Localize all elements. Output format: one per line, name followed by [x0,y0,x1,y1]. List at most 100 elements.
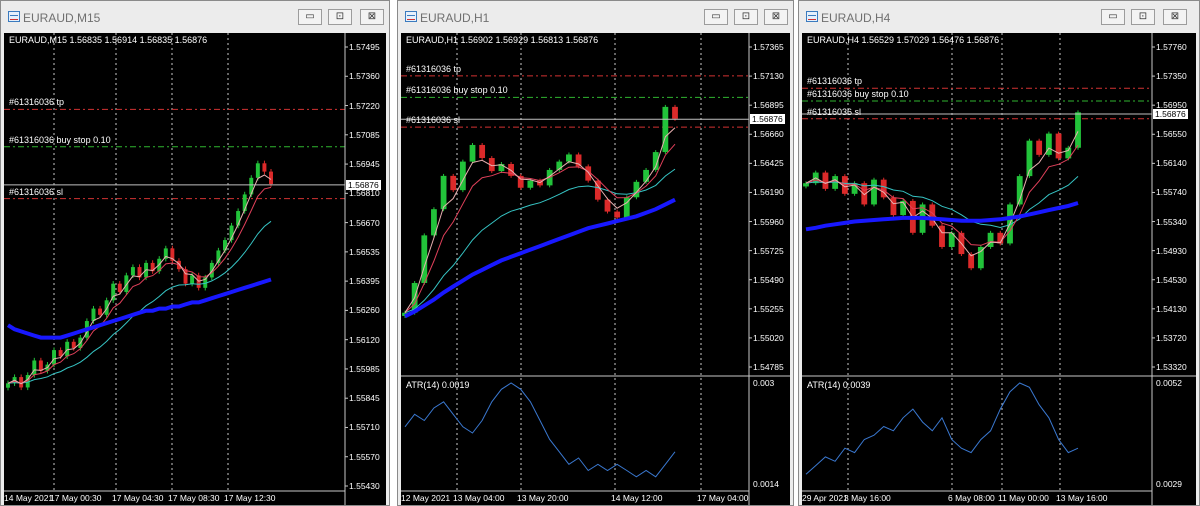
chart-app-icon [8,11,20,22]
candle-up [91,308,96,322]
order-label-buy-stop[interactable]: #61316036 buy stop 0.10 [9,135,111,145]
candle-up [469,144,476,162]
time-axis-label: 13 May 20:00 [517,493,569,503]
price-axis-label: 1.55985 [349,363,380,374]
price-chart[interactable]: EURAUD,M15 1.56835 1.56914 1.56835 1.568… [4,33,386,505]
time-axis-label: 13 May 04:00 [453,493,505,503]
minimize-icon[interactable]: ▭ [704,9,728,25]
chart-canvas[interactable] [401,33,790,505]
price-axis-label: 1.57220 [349,100,380,111]
order-label-sl[interactable]: #61316036 sl [807,107,861,117]
price-axis-label: 1.54785 [753,362,784,372]
maximize-icon[interactable]: ⊡ [1131,9,1155,25]
candle-down [479,144,486,159]
candle-down [117,283,122,292]
price-axis-label: 1.55740 [1156,187,1187,198]
atr-line [404,382,676,478]
chart-window-h4[interactable]: EURAUD,H4 ▭ ⊡ ⊠ EURAUD,H4 1.56529 1.5702… [798,0,1200,506]
candle-down [822,172,829,189]
symbol-header: EURAUD,H1 1.56902 1.56929 1.56813 1.5687… [406,35,599,45]
moving-average-red [7,186,272,384]
candle-up [527,180,534,188]
price-axis-label: 1.56140 [1156,158,1187,169]
time-axis-label: 17 May 12:30 [224,493,276,503]
price-axis-label: 1.56660 [753,129,784,140]
window-title: EURAUD,H1 [420,11,490,25]
order-label-tp[interactable]: #61316036 tp [807,76,862,86]
order-label-sl[interactable]: #61316036 sl [406,115,460,125]
price-axis-label: 1.57360 [349,71,380,82]
atr-line [805,382,1079,475]
window-title: EURAUD,M15 [23,11,101,25]
maximize-icon[interactable]: ⊡ [734,9,758,25]
candle-up [249,177,254,195]
price-axis-label: 1.56670 [349,217,380,228]
candle-down [890,197,897,216]
price-axis-label: 1.57495 [349,42,380,52]
candle-up [6,383,10,388]
price-axis-label: 1.57760 [1156,42,1187,52]
close-icon[interactable]: ⊠ [360,9,384,25]
price-axis-label: 1.55490 [753,274,784,285]
minimize-icon[interactable]: ▭ [1101,9,1125,25]
price-axis-label: 1.57365 [753,42,784,52]
close-icon[interactable]: ⊠ [764,9,788,25]
candle-down [98,308,103,315]
price-axis-label: 1.55430 [349,481,380,491]
candle-up [566,154,572,162]
window-titlebar[interactable]: EURAUD,M15 ▭ ⊡ ⊠ [1,1,389,33]
current-price-tag: 1.56876 [750,114,785,125]
symbol-header: EURAUD,M15 1.56835 1.56914 1.56835 1.568… [9,35,208,45]
price-axis-label: 1.55255 [753,303,784,314]
price-axis-label: 1.56945 [349,159,380,170]
chart-window-m15[interactable]: EURAUD,M15 ▭ ⊡ ⊠ EURAUD,M15 1.56835 1.56… [0,0,390,506]
time-axis-label: 12 May 2021 [401,493,451,503]
candle-up [111,283,116,301]
candle-down [450,175,457,191]
window-titlebar[interactable]: EURAUD,H1 ▭ ⊡ ⊠ [398,1,793,33]
candle-up [52,350,56,365]
moving-average-red [404,143,676,314]
window-titlebar[interactable]: EURAUD,H4 ▭ ⊡ ⊠ [799,1,1199,33]
order-label-buy-stop[interactable]: #61316036 buy stop 0.10 [807,89,909,99]
candle-down [614,211,621,218]
minimize-icon[interactable]: ▭ [298,9,322,25]
price-axis-label: 1.56810 [349,188,380,199]
price-axis-label: 1.55845 [349,393,380,404]
time-axis-label: 17 May 08:30 [168,493,220,503]
maximize-icon[interactable]: ⊡ [328,9,352,25]
candle-up [440,175,447,210]
moving-average-blue [6,277,272,340]
candle-down [1055,133,1062,159]
order-label-buy-stop[interactable]: #61316036 buy stop 0.10 [406,85,508,95]
close-icon[interactable]: ⊠ [1163,9,1187,25]
price-axis-label: 1.56950 [1156,100,1187,111]
chart-app-icon [405,11,417,22]
window-title: EURAUD,H4 [821,11,891,25]
time-axis-label: 17 May 04:30 [112,493,164,503]
price-chart[interactable]: EURAUD,H1 1.56902 1.56929 1.56813 1.5687… [401,33,790,505]
order-label-tp[interactable]: #61316036 tp [406,64,461,74]
price-axis-label: 1.56425 [753,158,784,169]
current-price-tag: 1.56876 [1153,109,1188,120]
price-axis-label: 1.55710 [349,422,380,433]
candle-up [643,169,649,182]
time-axis-label: 11 May 00:00 [998,493,1049,503]
symbol-header: EURAUD,H4 1.56529 1.57029 1.56476 1.5687… [807,35,1000,45]
price-chart[interactable]: EURAUD,H4 1.56529 1.57029 1.56476 1.5687… [802,33,1196,505]
price-axis-label: 1.56260 [349,305,380,316]
candle-down [262,163,267,172]
price-axis-label: 1.55725 [753,245,784,256]
price-axis-label: 1.55960 [753,216,784,227]
price-axis-label: 1.56190 [753,187,784,198]
price-axis-label: 1.53720 [1156,332,1187,343]
indicator-max-label: 0.0052 [1156,378,1182,388]
candle-up [662,106,669,153]
order-label-sl[interactable]: #61316036 sl [9,187,63,197]
chart-window-h1[interactable]: EURAUD,H1 ▭ ⊡ ⊠ EURAUD,H1 1.56902 1.5692… [397,0,794,506]
time-axis-label: 14 May 12:00 [611,493,663,503]
order-label-tp[interactable]: #61316036 tp [9,97,64,107]
chart-canvas[interactable] [802,33,1196,505]
time-axis-label: 14 May 2021 [4,493,54,503]
candle-up [871,179,877,205]
